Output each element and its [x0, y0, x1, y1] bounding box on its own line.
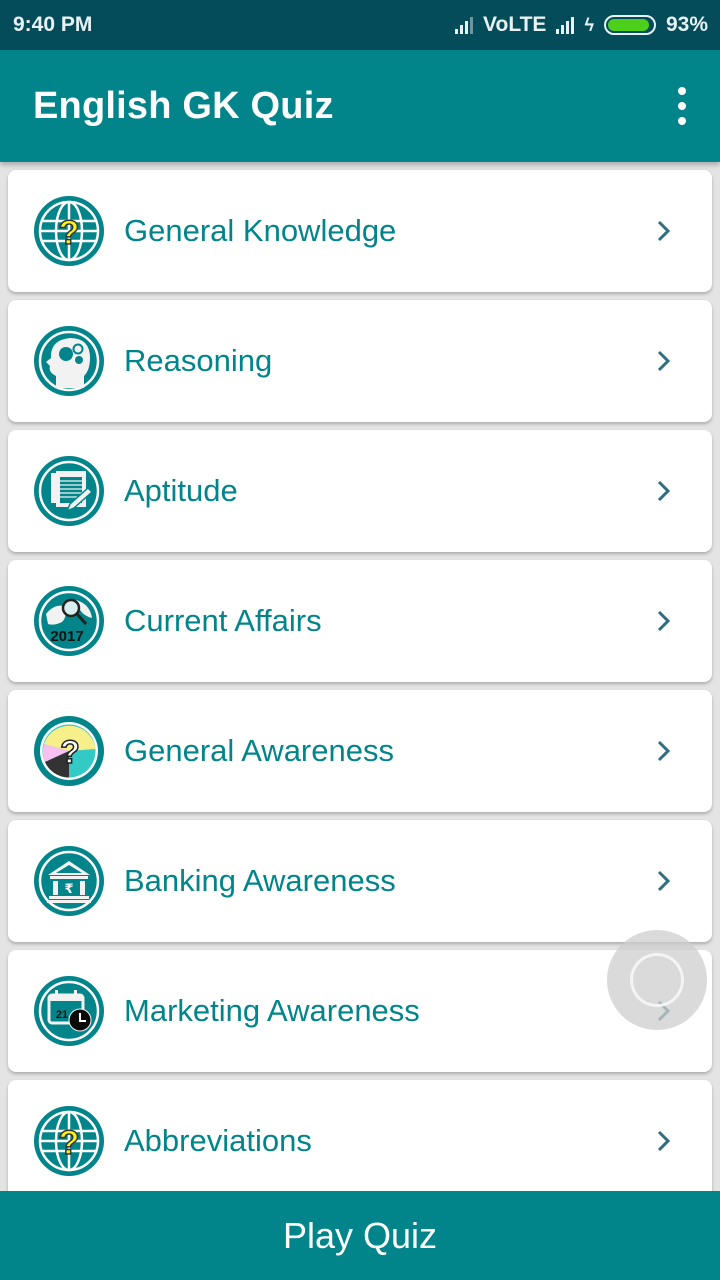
- category-item-aptitude[interactable]: Aptitude: [8, 430, 712, 552]
- network-label: VoLTE: [483, 13, 547, 36]
- battery-percent: 93%: [665, 13, 708, 36]
- battery-level: [607, 19, 649, 31]
- icon-year-text: 2017: [50, 628, 83, 645]
- chevron-right-icon: [657, 480, 671, 502]
- ring-icon: [630, 953, 684, 1007]
- svg-text:?: ?: [59, 1124, 80, 1162]
- chevron-right-icon: [657, 220, 671, 242]
- notepad-pencil-icon: [34, 456, 104, 526]
- chevron-right-icon: [657, 610, 671, 632]
- category-item-general-awareness[interactable]: ? General Awareness: [8, 690, 712, 812]
- category-label: Banking Awareness: [124, 863, 396, 898]
- battery-icon: [603, 15, 656, 35]
- icon-date-text: 21: [56, 1009, 68, 1021]
- category-label: General Knowledge: [124, 213, 397, 248]
- bank-rupee-icon: ₹: [34, 846, 104, 916]
- category-item-reasoning[interactable]: Reasoning: [8, 300, 712, 422]
- chevron-right-icon: [657, 870, 671, 892]
- category-label: Marketing Awareness: [124, 993, 420, 1028]
- category-item-abbreviations[interactable]: ? Abbreviations: [8, 1080, 712, 1202]
- chevron-right-icon: [657, 740, 671, 762]
- signal-icon: [556, 16, 575, 34]
- more-vert-icon[interactable]: [674, 83, 690, 129]
- category-item-general-knowledge[interactable]: ? General Knowledge: [8, 170, 712, 292]
- charging-bolt-icon: ϟ: [584, 14, 594, 35]
- svg-text:₹: ₹: [64, 882, 73, 897]
- pie-question-icon: ?: [34, 716, 104, 786]
- category-label: Abbreviations: [124, 1123, 312, 1158]
- status-icons: VoLTE ϟ 93%: [455, 13, 708, 37]
- floating-assistive-touch-button[interactable]: [607, 930, 707, 1030]
- category-label: Reasoning: [124, 343, 273, 378]
- chevron-right-icon: [657, 1130, 671, 1152]
- category-item-current-affairs[interactable]: 2017 Current Affairs: [8, 560, 712, 682]
- signal-icon: [455, 16, 474, 34]
- svg-text:?: ?: [59, 214, 80, 252]
- category-label: Current Affairs: [124, 603, 322, 638]
- globe-magnifier-2017-icon: 2017: [34, 586, 104, 656]
- category-label: Aptitude: [124, 473, 238, 508]
- play-quiz-label: Play Quiz: [282, 1214, 438, 1256]
- calendar-clock-icon: 21: [34, 976, 104, 1046]
- category-item-banking-awareness[interactable]: ₹ Banking Awareness: [8, 820, 712, 942]
- chevron-right-icon: [657, 350, 671, 372]
- svg-text:?: ?: [60, 734, 80, 770]
- globe-question-icon: ?: [34, 1106, 104, 1176]
- category-item-marketing-awareness[interactable]: 21 Marketing Awareness: [8, 950, 712, 1072]
- app-bar: English GK Quiz: [0, 50, 720, 162]
- globe-question-icon: ?: [34, 196, 104, 266]
- status-time: 9:40 PM: [13, 13, 93, 36]
- status-bar: 9:40 PM VoLTE ϟ 93%: [0, 0, 720, 50]
- app-title: English GK Quiz: [33, 84, 334, 127]
- play-quiz-button[interactable]: Play Quiz: [0, 1191, 720, 1280]
- head-gears-icon: [34, 326, 104, 396]
- category-label: General Awareness: [124, 733, 394, 768]
- category-list: ? General Knowledge Reasoning Aptitude 2…: [8, 170, 712, 1210]
